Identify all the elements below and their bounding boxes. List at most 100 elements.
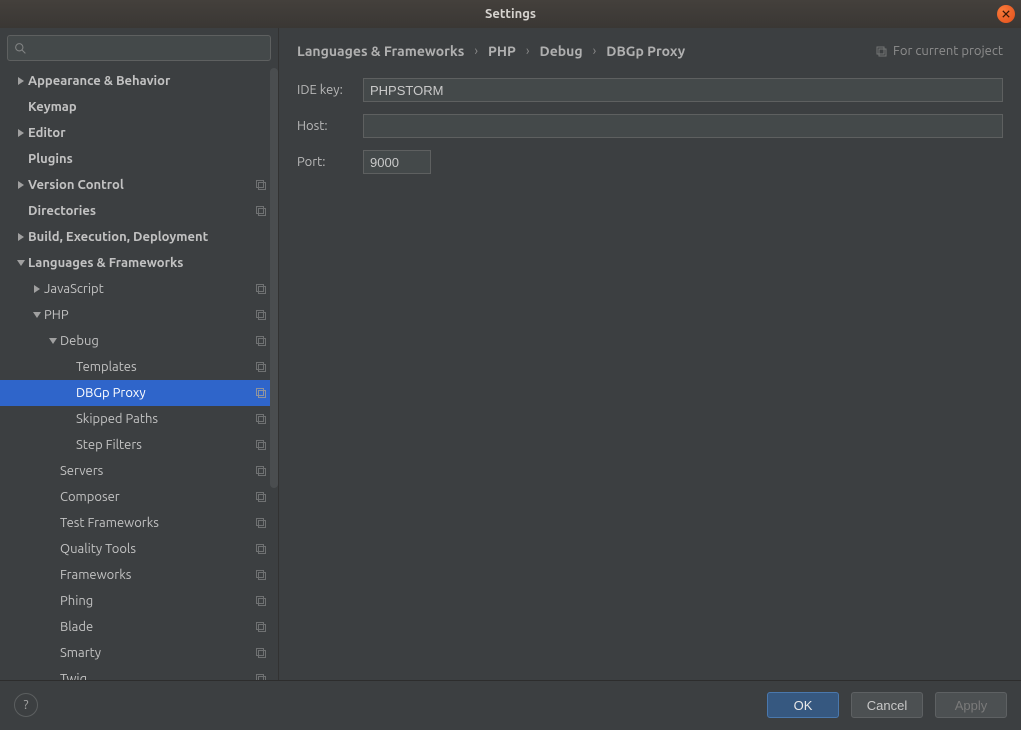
tree-item-phing[interactable]: Phing — [0, 588, 278, 614]
ide-key-row: IDE key: — [297, 78, 1003, 102]
tree-item-servers[interactable]: Servers — [0, 458, 278, 484]
tree-item-label: DBGp Proxy — [76, 386, 252, 400]
tree-item-blade[interactable]: Blade — [0, 614, 278, 640]
window-title: Settings — [485, 7, 536, 21]
settings-tree: Appearance & Behavior Keymap Editor Plugins… — [0, 68, 278, 680]
tree-item-label: Servers — [60, 464, 252, 478]
breadcrumb-item[interactable]: Debug — [540, 43, 583, 59]
chevron-down-icon — [14, 259, 28, 267]
settings-sidebar: Appearance & Behavior Keymap Editor Plugins… — [0, 28, 278, 680]
project-scope-icon — [252, 543, 270, 555]
tree-item-directories[interactable]: Directories — [0, 198, 278, 224]
tree-item-label: Quality Tools — [60, 542, 252, 556]
port-label: Port: — [297, 155, 363, 169]
tree-item-debug[interactable]: Debug — [0, 328, 278, 354]
tree-item-label: PHP — [44, 308, 252, 322]
tree-item-keymap[interactable]: Keymap — [0, 94, 278, 120]
title-bar: Settings — [0, 0, 1021, 28]
tree-item-frameworks[interactable]: Frameworks — [0, 562, 278, 588]
project-scope-icon — [252, 517, 270, 529]
port-row: Port: — [297, 150, 1003, 174]
tree-scrollbar[interactable] — [270, 68, 278, 488]
settings-content: Languages & Frameworks › PHP › Debug › D… — [278, 28, 1021, 680]
port-input[interactable] — [363, 150, 431, 174]
help-button[interactable]: ? — [14, 693, 38, 717]
copy-icon — [875, 45, 887, 57]
project-scope-icon — [252, 439, 270, 451]
apply-button[interactable]: Apply — [935, 692, 1007, 718]
tree-item-label: Skipped Paths — [76, 412, 252, 426]
tree-item-version-control[interactable]: Version Control — [0, 172, 278, 198]
tree-item-step-filters[interactable]: Step Filters — [0, 432, 278, 458]
tree-item-test-frameworks[interactable]: Test Frameworks — [0, 510, 278, 536]
tree-item-appearance-behavior[interactable]: Appearance & Behavior — [0, 68, 278, 94]
tree-item-composer[interactable]: Composer — [0, 484, 278, 510]
chevron-right-icon — [14, 181, 28, 189]
chevron-right-icon — [14, 129, 28, 137]
chevron-right-icon: › — [593, 44, 597, 58]
tree-item-label: Frameworks — [60, 568, 252, 582]
tree-item-label: Appearance & Behavior — [28, 74, 252, 88]
scope-label: For current project — [875, 44, 1003, 58]
chevron-down-icon — [46, 337, 60, 345]
breadcrumb-item[interactable]: Languages & Frameworks — [297, 43, 464, 59]
tree-item-label: Blade — [60, 620, 252, 634]
project-scope-icon — [252, 335, 270, 347]
tree-item-languages-frameworks[interactable]: Languages & Frameworks — [0, 250, 278, 276]
breadcrumb-item: DBGp Proxy — [606, 43, 685, 59]
project-scope-icon — [252, 387, 270, 399]
tree-item-templates[interactable]: Templates — [0, 354, 278, 380]
tree-item-label: Step Filters — [76, 438, 252, 452]
host-row: Host: — [297, 114, 1003, 138]
tree-item-skipped-paths[interactable]: Skipped Paths — [0, 406, 278, 432]
tree-item-label: Version Control — [28, 178, 252, 192]
tree-item-label: Smarty — [60, 646, 252, 660]
project-scope-icon — [252, 491, 270, 503]
tree-item-javascript[interactable]: JavaScript — [0, 276, 278, 302]
tree-item-php[interactable]: PHP — [0, 302, 278, 328]
tree-item-label: Twig — [60, 672, 252, 680]
project-scope-icon — [252, 595, 270, 607]
close-icon — [1002, 10, 1010, 18]
project-scope-icon — [252, 283, 270, 295]
chevron-right-icon — [14, 77, 28, 85]
tree-item-label: Phing — [60, 594, 252, 608]
project-scope-icon — [252, 673, 270, 680]
tree-item-twig[interactable]: Twig — [0, 666, 278, 680]
tree-item-label: Templates — [76, 360, 252, 374]
chevron-right-icon: › — [526, 44, 530, 58]
host-input[interactable] — [363, 114, 1003, 138]
project-scope-icon — [252, 647, 270, 659]
project-scope-icon — [252, 361, 270, 373]
tree-item-smarty[interactable]: Smarty — [0, 640, 278, 666]
search-icon — [14, 42, 27, 55]
tree-item-dbgp-proxy[interactable]: DBGp Proxy — [0, 380, 278, 406]
tree-item-quality-tools[interactable]: Quality Tools — [0, 536, 278, 562]
tree-item-label: Composer — [60, 490, 252, 504]
tree-item-label: Languages & Frameworks — [28, 256, 252, 270]
tree-item-label: Directories — [28, 204, 252, 218]
search-field[interactable] — [7, 35, 271, 61]
ide-key-input[interactable] — [363, 78, 1003, 102]
window-close-button[interactable] — [997, 5, 1015, 23]
breadcrumb: Languages & Frameworks › PHP › Debug › D… — [297, 38, 1003, 64]
tree-item-label: Debug — [60, 334, 252, 348]
project-scope-icon — [252, 569, 270, 581]
search-input[interactable] — [32, 40, 264, 57]
tree-item-label: Editor — [28, 126, 252, 140]
chevron-down-icon — [30, 311, 44, 319]
tree-item-build-execution-deployment[interactable]: Build, Execution, Deployment — [0, 224, 278, 250]
project-scope-icon — [252, 179, 270, 191]
tree-item-plugins[interactable]: Plugins — [0, 146, 278, 172]
tree-item-label: Plugins — [28, 152, 252, 166]
breadcrumb-item[interactable]: PHP — [488, 43, 516, 59]
chevron-right-icon: › — [474, 44, 478, 58]
project-scope-icon — [252, 309, 270, 321]
ok-button[interactable]: OK — [767, 692, 839, 718]
project-scope-icon — [252, 465, 270, 477]
cancel-button[interactable]: Cancel — [851, 692, 923, 718]
tree-item-label: JavaScript — [44, 282, 252, 296]
tree-item-label: Test Frameworks — [60, 516, 252, 530]
project-scope-icon — [252, 621, 270, 633]
tree-item-editor[interactable]: Editor — [0, 120, 278, 146]
